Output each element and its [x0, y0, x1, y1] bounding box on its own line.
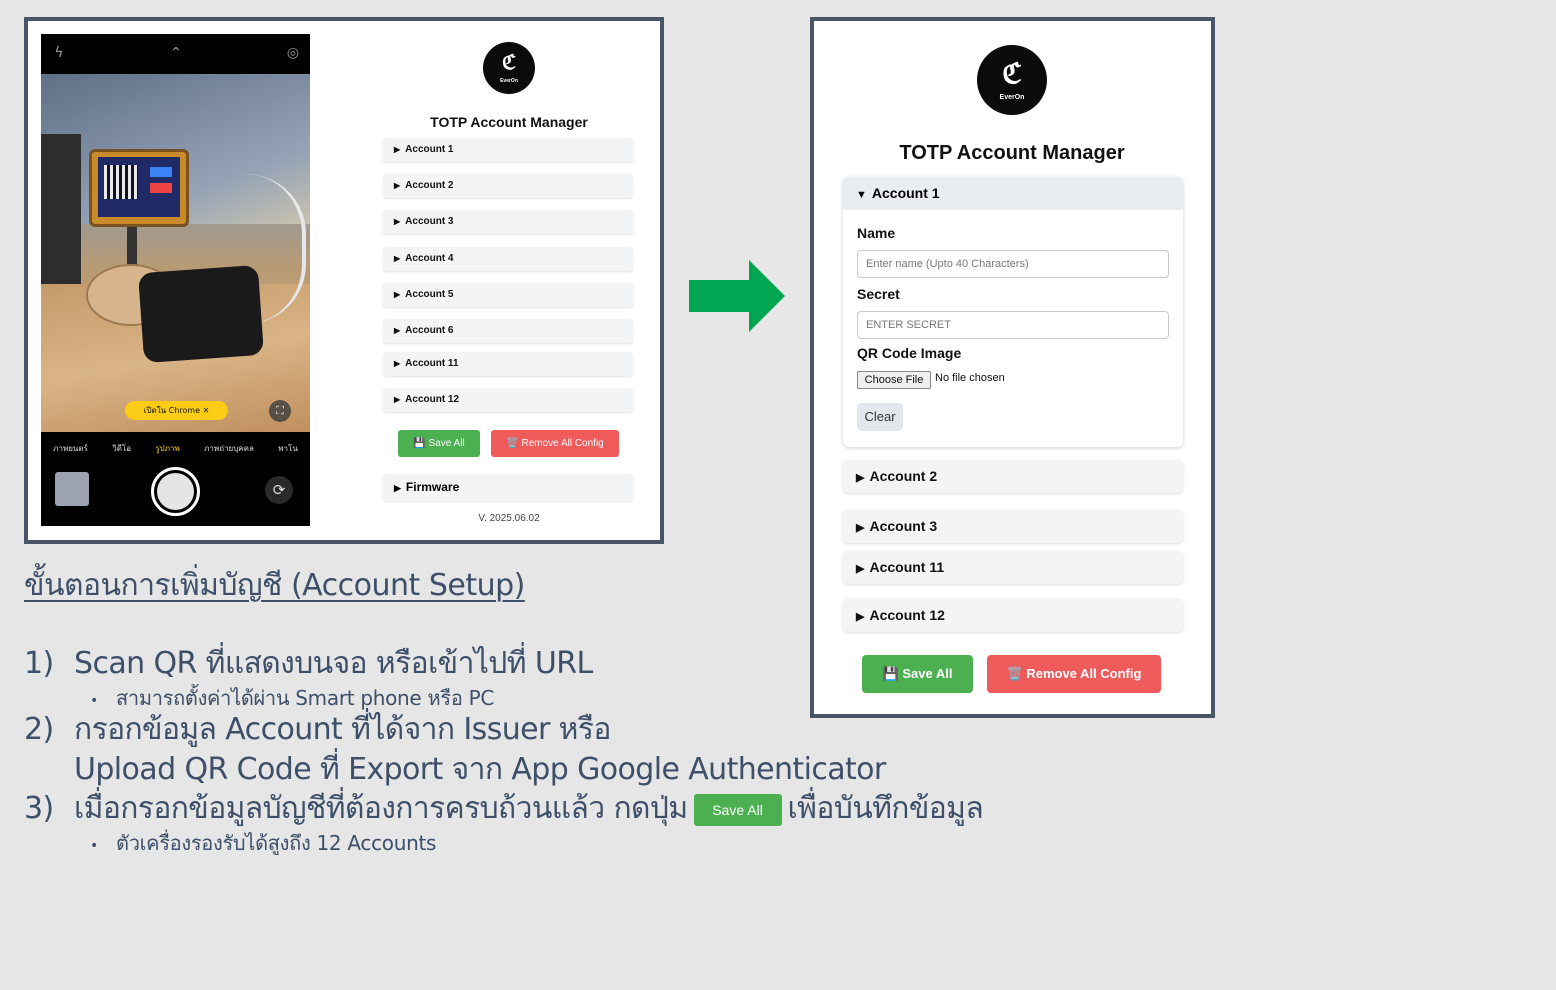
account-item[interactable]: ▶ Account 2: [843, 460, 1183, 493]
caret-right-icon: ▶: [856, 472, 865, 484]
caret-right-icon: ▶: [394, 181, 401, 190]
account-item[interactable]: ▶ Account 1: [383, 138, 633, 162]
name-input[interactable]: Enter name (Upto 40 Characters): [857, 250, 1169, 278]
device-photo: [89, 149, 189, 227]
step-3: 3) เมื่อกรอกข้อมูลบัญชีที่ต้องการครบถ้วนแ…: [24, 791, 984, 826]
caret-right-icon: ▶: [394, 359, 401, 368]
qr-image-label: QR Code Image: [857, 345, 962, 361]
shutter-button[interactable]: [151, 467, 200, 516]
secret-label: Secret: [857, 286, 900, 302]
large-web-app: ℭ EverOn TOTP Account Manager ▼ Account 1…: [831, 34, 1193, 700]
caret-right-icon: ▶: [394, 395, 401, 404]
scan-icon[interactable]: ⛶: [269, 400, 291, 422]
account-item[interactable]: ▶ Account 2: [383, 174, 633, 198]
camera-viewfinder: เปิดใน Chrome ✕ ⛶: [41, 74, 310, 432]
mode-portrait[interactable]: ภาพถ่ายบุคคล: [204, 442, 254, 456]
caret-right-icon: ▶: [856, 563, 865, 575]
everon-logo: ℭ EverOn: [977, 45, 1047, 115]
clear-button[interactable]: Clear: [857, 403, 903, 431]
open-in-chrome-pill[interactable]: เปิดใน Chrome ✕: [125, 401, 228, 420]
caret-right-icon: ▶: [394, 290, 401, 299]
account-item[interactable]: ▶ Account 12: [383, 388, 633, 412]
account-item[interactable]: ▶ Account 4: [383, 247, 633, 271]
page-title: TOTP Account Manager: [430, 114, 588, 130]
account-item[interactable]: ▶ Account 3: [383, 210, 633, 234]
account-item[interactable]: ▶ Account 11: [383, 352, 633, 376]
phone-camera-screenshot: ϟ ⌃ ◎ เปิดใน Chrome ✕ ⛶ ภาพยนตร์ วิดีโอ …: [41, 34, 310, 526]
remove-all-config-button[interactable]: 🗑️ Remove All Config: [987, 655, 1161, 693]
remove-all-config-button[interactable]: 🗑️ Remove All Config: [491, 430, 619, 457]
file-status: No file chosen: [935, 372, 1005, 384]
gallery-thumbnail[interactable]: [55, 472, 89, 506]
step-3-note: • ตัวเครื่องรองรับได้สูงถึง 12 Accounts: [90, 831, 437, 855]
camera-top-bar: ϟ ⌃ ◎: [41, 34, 310, 74]
mode-photo[interactable]: รูปภาพ: [155, 442, 179, 456]
flash-off-icon[interactable]: ϟ: [49, 43, 69, 63]
mode-video[interactable]: วิดีโอ: [112, 442, 131, 456]
caret-right-icon: ▶: [394, 483, 401, 493]
version-text: V. 2025.06.02: [478, 513, 540, 524]
chevron-up-icon[interactable]: ⌃: [166, 43, 186, 63]
instructions-heading: ขั้นตอนการเพิ่มบัญชี (Account Setup): [24, 568, 525, 603]
live-off-icon[interactable]: ◎: [283, 43, 303, 63]
everon-logo: ℭ EverOn: [483, 42, 535, 94]
caret-down-icon: ▼: [856, 189, 867, 201]
save-all-button[interactable]: 💾 Save All: [862, 655, 973, 693]
account-1-expanded: ▼ Account 1 Name Enter name (Upto 40 Char…: [843, 177, 1183, 447]
caret-right-icon: ▶: [856, 611, 865, 623]
flip-camera-icon[interactable]: ⟳: [265, 476, 293, 504]
caret-right-icon: ▶: [394, 326, 401, 335]
secret-input[interactable]: ENTER SECRET: [857, 311, 1169, 339]
page-title: TOTP Account Manager: [899, 142, 1125, 164]
firmware-section[interactable]: ▶ Firmware: [383, 474, 633, 501]
small-web-app: ℭ EverOn TOTP Account Manager ▶ Account 1…: [375, 34, 643, 526]
account-item[interactable]: ▶ Account 6: [383, 319, 633, 343]
account-item[interactable]: ▶ Account 11: [843, 551, 1183, 584]
account-item[interactable]: ▶ Account 5: [383, 283, 633, 307]
caret-right-icon: ▶: [394, 217, 401, 226]
camera-modes: ภาพยนตร์ วิดีโอ รูปภาพ ภาพถ่ายบุคคล พาโน: [41, 442, 310, 456]
step-1: 1) Scan QR ที่แสดงบนจอ หรือเข้าไปที่ URL: [24, 646, 593, 681]
account-1-header[interactable]: ▼ Account 1: [843, 177, 1183, 210]
mode-pano[interactable]: พาโน: [278, 442, 298, 456]
right-arrow-icon: [689, 260, 785, 332]
caret-right-icon: ▶: [394, 254, 401, 263]
qr-code-icon: [104, 165, 138, 199]
caret-right-icon: ▶: [856, 522, 865, 534]
save-all-button-inline: Save All: [693, 793, 782, 826]
caret-right-icon: ▶: [394, 145, 401, 154]
account-item[interactable]: ▶ Account 3: [843, 510, 1183, 543]
mode-cinematic[interactable]: ภาพยนตร์: [53, 442, 88, 456]
name-label: Name: [857, 225, 896, 241]
save-all-button[interactable]: 💾 Save All: [398, 430, 480, 457]
account-item[interactable]: ▶ Account 12: [843, 599, 1183, 632]
choose-file-button[interactable]: Choose File: [857, 371, 931, 389]
